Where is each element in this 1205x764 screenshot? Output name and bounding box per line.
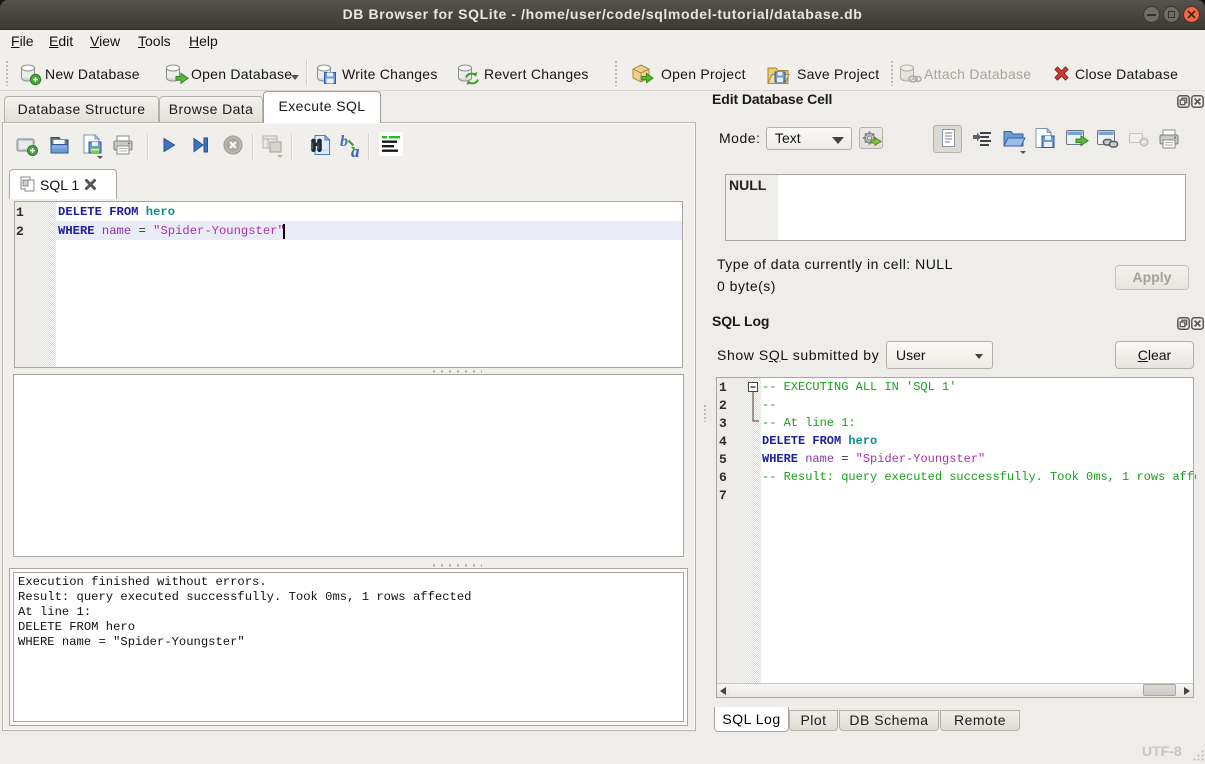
svg-text:b: b xyxy=(340,133,348,150)
